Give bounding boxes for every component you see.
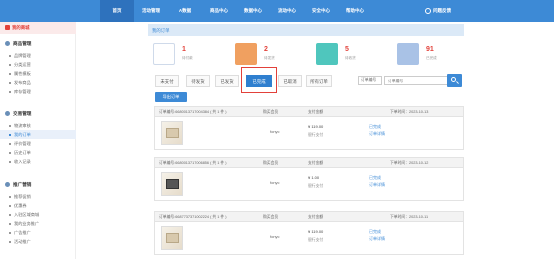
order-card: 订单编号:6680013717004384 ( 共 1 件 ) 购买会员 支付金… [154, 106, 464, 150]
export-orders-button[interactable]: 导出订单 [155, 92, 187, 102]
feedback-link[interactable]: 问题反馈 [425, 0, 451, 22]
order-status: 已完成 [369, 229, 381, 234]
nav-item-products[interactable]: 商品中心 [202, 0, 236, 22]
order-detail-link[interactable]: 订单详情 [369, 131, 385, 137]
store-icon [397, 43, 419, 65]
sidebar: 我的商城 商品管理 品牌管理 分类运营 属性模板 发布商品 库存管理 交易管理 … [0, 22, 76, 259]
order-buyer: fonyc [270, 180, 280, 185]
selection-highlight [241, 67, 277, 93]
stat-completed[interactable]: 91 已完成 [392, 40, 480, 70]
filter-field-select[interactable]: 订单编号 [358, 76, 382, 85]
nav-item-data-a[interactable]: A数据 [168, 0, 202, 22]
order-amount: ¥ 119.00 [308, 229, 324, 234]
order-number: 订单编号:6680013717004384 ( 共 1 件 ) [159, 110, 227, 114]
order-header: 订单编号:6680013717004384 ( 共 1 件 ) 购买会员 支付金… [155, 107, 463, 117]
tag-icon [235, 43, 257, 65]
sidebar-item-promo[interactable]: 推荐促销 [0, 192, 76, 201]
stat-to-receive[interactable]: 5 待收货 [311, 40, 399, 70]
sidebar-item-events[interactable]: 活动推广 [0, 237, 76, 246]
sidebar-item-reviews[interactable]: 评价管理 [0, 139, 76, 148]
search-input[interactable] [384, 76, 448, 85]
sidebar-item-stock[interactable]: 库存管理 [0, 87, 76, 96]
nav-item-home[interactable]: 首页 [100, 0, 134, 22]
tab-all-orders[interactable]: 所有订单 [306, 75, 332, 87]
order-number: 订单编号:6687737371002224 ( 共 1 件 ) [159, 215, 227, 219]
order-buyer: fonyc [270, 129, 280, 134]
order-status: 已完成 [369, 175, 381, 180]
order-detail-link[interactable]: 订单详情 [369, 236, 385, 242]
nav-item-flow[interactable]: 流动中心 [270, 0, 304, 22]
user-icon [425, 7, 431, 14]
sidebar-item-my-promo[interactable]: 我的业务推广 [0, 219, 76, 228]
product-thumbnail[interactable] [161, 121, 183, 145]
stat-unpaid[interactable]: 1 待付款 [148, 40, 236, 70]
page-title: 我的订单 [152, 27, 170, 33]
nav-item-data-center[interactable]: 数据中心 [236, 0, 270, 22]
sidebar-item-my-orders[interactable]: 我的订单 [0, 130, 76, 139]
sidebar-item-template[interactable]: 属性模板 [0, 69, 76, 78]
stat-to-ship[interactable]: 2 待发货 [230, 40, 318, 70]
sidebar-section-trade[interactable]: 交易管理 [0, 108, 76, 119]
order-amount: ¥ 119.00 [308, 124, 324, 129]
gauge-icon [316, 43, 338, 65]
breadcrumb: 我的订单 [148, 24, 464, 36]
order-stats: 1 待付款 2 待发货 5 待收货 91 已完成 [148, 40, 464, 70]
nav-item-security[interactable]: 安全中心 [304, 0, 338, 22]
order-card: 订单编号:6680013717006856 ( 共 1 件 ) 购买会员 支付金… [154, 157, 464, 201]
sidebar-section-marketing[interactable]: 推广营销 [0, 179, 76, 190]
nav-item-activity[interactable]: 活动管理 [134, 0, 168, 22]
order-number: 订单编号:6680013717006856 ( 共 1 件 ) [159, 161, 227, 165]
order-header: 订单编号:6687737371002224 ( 共 1 件 ) 购买会员 支付金… [155, 212, 463, 222]
trade-icon [5, 111, 10, 116]
sidebar-item-income[interactable]: 收入记录 [0, 157, 76, 166]
sidebar-item-ads[interactable]: 广告推广 [0, 228, 76, 237]
sidebar-item-region-mall[interactable]: 入驻区域商城 [0, 210, 76, 219]
mall-icon [5, 25, 10, 30]
order-detail-link[interactable]: 订单详情 [369, 182, 385, 188]
tab-to-ship[interactable]: 待发货 [186, 75, 210, 87]
order-card: 订单编号:6687737371002224 ( 共 1 件 ) 购买会员 支付金… [154, 211, 464, 255]
sidebar-item-publish[interactable]: 发布商品 [0, 78, 76, 87]
order-pay-method: 银行支付 [308, 133, 324, 137]
order-amount: ¥ 1.00 [308, 175, 320, 180]
sidebar-item-coupons[interactable]: 优惠券 [0, 201, 76, 210]
product-thumbnail[interactable] [161, 226, 183, 250]
order-header: 订单编号:6680013717006856 ( 共 1 件 ) 购买会员 支付金… [155, 158, 463, 168]
sidebar-item-logistics[interactable]: 物流审核 [0, 121, 76, 130]
sidebar-item-category[interactable]: 分类运营 [0, 60, 76, 69]
sidebar-item-brand[interactable]: 品牌管理 [0, 51, 76, 60]
tab-cancelled[interactable]: 已取消 [278, 75, 302, 87]
nav-item-help[interactable]: 帮助中心 [338, 0, 372, 22]
sidebar-item-history[interactable]: 历史订单 [0, 148, 76, 157]
tab-unpaid[interactable]: 未支付 [155, 75, 179, 87]
search-button[interactable] [447, 74, 462, 87]
product-icon [5, 41, 10, 46]
wallet-icon [153, 43, 175, 65]
sidebar-section-products[interactable]: 商品管理 [0, 38, 76, 49]
product-thumbnail[interactable] [161, 172, 183, 196]
marketing-icon [5, 182, 10, 187]
order-pay-method: 银行支付 [308, 184, 324, 188]
sidebar-my-mall[interactable]: 我的商城 [0, 22, 76, 34]
order-pay-method: 银行支付 [308, 238, 324, 242]
order-status: 已完成 [369, 124, 381, 129]
top-nav-bar: 首页 活动管理 A数据 商品中心 数据中心 流动中心 安全中心 帮助中心 问题反… [0, 0, 554, 22]
order-buyer: fonyc [270, 234, 280, 239]
tab-shipped[interactable]: 已发货 [215, 75, 239, 87]
